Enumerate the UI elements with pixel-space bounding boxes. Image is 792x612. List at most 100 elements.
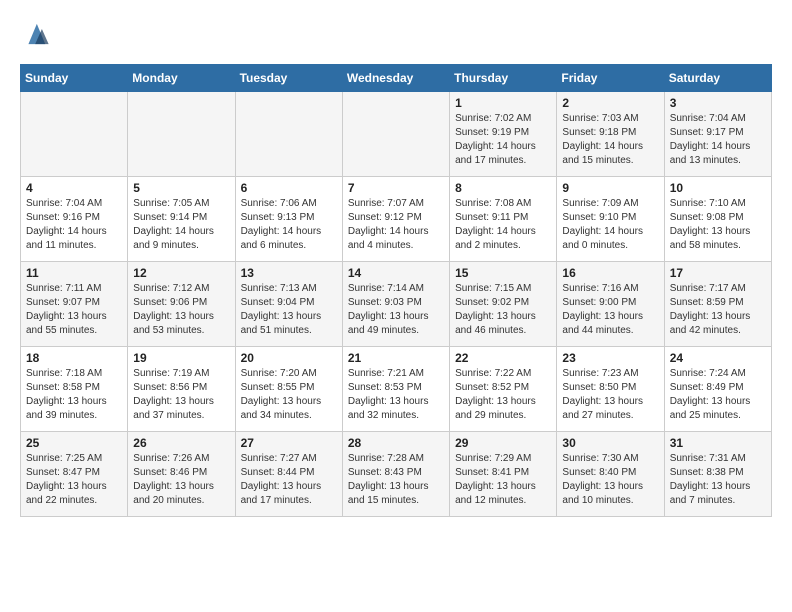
- day-number: 12: [133, 266, 229, 280]
- day-number: 6: [241, 181, 337, 195]
- day-number: 28: [348, 436, 444, 450]
- day-info: Sunrise: 7:06 AM Sunset: 9:13 PM Dayligh…: [241, 197, 337, 253]
- day-info: Sunrise: 7:22 AM Sunset: 8:52 PM Dayligh…: [455, 367, 551, 423]
- calendar-cell: 31 Sunrise: 7:31 AM Sunset: 8:38 PM Dayli…: [664, 432, 771, 517]
- calendar-week-3: 11Sunrise: 7:11 AM Sunset: 9:07 PM Dayli…: [21, 262, 772, 347]
- day-number: 29: [455, 436, 551, 450]
- day-info: Sunrise: 7:05 AM Sunset: 9:14 PM Dayligh…: [133, 197, 229, 253]
- calendar: SundayMondayTuesdayWednesdayThursdayFrid…: [20, 64, 772, 517]
- day-number: 23: [562, 351, 658, 365]
- day-info: Sunrise: 7:26 AM Sunset: 8:46 PM Dayligh…: [133, 452, 229, 508]
- day-info: Sunrise: 7:13 AM Sunset: 9:04 PM Dayligh…: [241, 282, 337, 338]
- day-info: Sunrise: 7:25 AM Sunset: 8:47 PM Dayligh…: [26, 452, 122, 508]
- calendar-cell: 22 Sunrise: 7:22 AM Sunset: 8:52 PM Dayli…: [450, 347, 557, 432]
- day-info: Sunrise: 7:04 AM Sunset: 9:17 PM Dayligh…: [670, 112, 766, 168]
- day-number: 31: [670, 436, 766, 450]
- day-number: 9: [562, 181, 658, 195]
- calendar-week-1: 1 Sunrise: 7:02 AM Sunset: 9:19 PM Daylig…: [21, 92, 772, 177]
- day-info: Sunrise: 7:10 AM Sunset: 9:08 PM Dayligh…: [670, 197, 766, 253]
- day-info: Sunrise: 7:19 AM Sunset: 8:56 PM Dayligh…: [133, 367, 229, 423]
- calendar-cell: 15 Sunrise: 7:15 AM Sunset: 9:02 PM Dayli…: [450, 262, 557, 347]
- weekday-row: SundayMondayTuesdayWednesdayThursdayFrid…: [21, 65, 772, 92]
- calendar-cell: 11Sunrise: 7:11 AM Sunset: 9:07 PM Dayli…: [21, 262, 128, 347]
- weekday-header-sunday: Sunday: [21, 65, 128, 92]
- day-number: 14: [348, 266, 444, 280]
- calendar-cell: 8Sunrise: 7:08 AM Sunset: 9:11 PM Daylig…: [450, 177, 557, 262]
- day-number: 3: [670, 96, 766, 110]
- calendar-cell: 16Sunrise: 7:16 AM Sunset: 9:00 PM Dayli…: [557, 262, 664, 347]
- day-number: 17: [670, 266, 766, 280]
- day-number: 25: [26, 436, 122, 450]
- day-info: Sunrise: 7:24 AM Sunset: 8:49 PM Dayligh…: [670, 367, 766, 423]
- calendar-cell: 24 Sunrise: 7:24 AM Sunset: 8:49 PM Dayli…: [664, 347, 771, 432]
- day-info: Sunrise: 7:28 AM Sunset: 8:43 PM Dayligh…: [348, 452, 444, 508]
- day-info: Sunrise: 7:03 AM Sunset: 9:18 PM Dayligh…: [562, 112, 658, 168]
- calendar-cell: 26 Sunrise: 7:26 AM Sunset: 8:46 PM Dayli…: [128, 432, 235, 517]
- calendar-body: 1 Sunrise: 7:02 AM Sunset: 9:19 PM Daylig…: [21, 92, 772, 517]
- day-info: Sunrise: 7:21 AM Sunset: 8:53 PM Dayligh…: [348, 367, 444, 423]
- weekday-header-monday: Monday: [128, 65, 235, 92]
- day-number: 30: [562, 436, 658, 450]
- day-info: Sunrise: 7:16 AM Sunset: 9:00 PM Dayligh…: [562, 282, 658, 338]
- day-number: 11: [26, 266, 122, 280]
- day-info: Sunrise: 7:18 AM Sunset: 8:58 PM Dayligh…: [26, 367, 122, 423]
- calendar-cell: 21 Sunrise: 7:21 AM Sunset: 8:53 PM Dayli…: [342, 347, 449, 432]
- calendar-cell: 6 Sunrise: 7:06 AM Sunset: 9:13 PM Daylig…: [235, 177, 342, 262]
- logo: [20, 20, 56, 48]
- day-info: Sunrise: 7:12 AM Sunset: 9:06 PM Dayligh…: [133, 282, 229, 338]
- day-number: 19: [133, 351, 229, 365]
- calendar-cell: 25 Sunrise: 7:25 AM Sunset: 8:47 PM Dayli…: [21, 432, 128, 517]
- calendar-cell: [21, 92, 128, 177]
- day-number: 21: [348, 351, 444, 365]
- calendar-cell: 4 Sunrise: 7:04 AM Sunset: 9:16 PM Daylig…: [21, 177, 128, 262]
- day-info: Sunrise: 7:20 AM Sunset: 8:55 PM Dayligh…: [241, 367, 337, 423]
- calendar-header: SundayMondayTuesdayWednesdayThursdayFrid…: [21, 65, 772, 92]
- calendar-cell: 7 Sunrise: 7:07 AM Sunset: 9:12 PM Daylig…: [342, 177, 449, 262]
- weekday-header-friday: Friday: [557, 65, 664, 92]
- day-number: 7: [348, 181, 444, 195]
- day-number: 26: [133, 436, 229, 450]
- day-info: Sunrise: 7:14 AM Sunset: 9:03 PM Dayligh…: [348, 282, 444, 338]
- day-number: 22: [455, 351, 551, 365]
- weekday-header-tuesday: Tuesday: [235, 65, 342, 92]
- day-info: Sunrise: 7:31 AM Sunset: 8:38 PM Dayligh…: [670, 452, 766, 508]
- calendar-week-4: 18Sunrise: 7:18 AM Sunset: 8:58 PM Dayli…: [21, 347, 772, 432]
- calendar-cell: 27 Sunrise: 7:27 AM Sunset: 8:44 PM Dayli…: [235, 432, 342, 517]
- day-number: 24: [670, 351, 766, 365]
- calendar-cell: 14 Sunrise: 7:14 AM Sunset: 9:03 PM Dayli…: [342, 262, 449, 347]
- day-info: Sunrise: 7:23 AM Sunset: 8:50 PM Dayligh…: [562, 367, 658, 423]
- day-info: Sunrise: 7:07 AM Sunset: 9:12 PM Dayligh…: [348, 197, 444, 253]
- day-info: Sunrise: 7:30 AM Sunset: 8:40 PM Dayligh…: [562, 452, 658, 508]
- day-info: Sunrise: 7:15 AM Sunset: 9:02 PM Dayligh…: [455, 282, 551, 338]
- day-info: Sunrise: 7:04 AM Sunset: 9:16 PM Dayligh…: [26, 197, 122, 253]
- day-number: 4: [26, 181, 122, 195]
- day-number: 2: [562, 96, 658, 110]
- calendar-cell: 5Sunrise: 7:05 AM Sunset: 9:14 PM Daylig…: [128, 177, 235, 262]
- day-number: 10: [670, 181, 766, 195]
- day-number: 13: [241, 266, 337, 280]
- calendar-cell: [235, 92, 342, 177]
- calendar-cell: 20Sunrise: 7:20 AM Sunset: 8:55 PM Dayli…: [235, 347, 342, 432]
- calendar-cell: 29 Sunrise: 7:29 AM Sunset: 8:41 PM Dayli…: [450, 432, 557, 517]
- day-info: Sunrise: 7:17 AM Sunset: 8:59 PM Dayligh…: [670, 282, 766, 338]
- day-info: Sunrise: 7:02 AM Sunset: 9:19 PM Dayligh…: [455, 112, 551, 168]
- calendar-cell: 18Sunrise: 7:18 AM Sunset: 8:58 PM Dayli…: [21, 347, 128, 432]
- day-info: Sunrise: 7:08 AM Sunset: 9:11 PM Dayligh…: [455, 197, 551, 253]
- day-info: Sunrise: 7:29 AM Sunset: 8:41 PM Dayligh…: [455, 452, 551, 508]
- calendar-cell: [342, 92, 449, 177]
- day-info: Sunrise: 7:09 AM Sunset: 9:10 PM Dayligh…: [562, 197, 658, 253]
- day-info: Sunrise: 7:27 AM Sunset: 8:44 PM Dayligh…: [241, 452, 337, 508]
- page-header: [20, 20, 772, 48]
- calendar-cell: 3 Sunrise: 7:04 AM Sunset: 9:17 PM Daylig…: [664, 92, 771, 177]
- day-number: 1: [455, 96, 551, 110]
- logo-icon: [20, 20, 52, 48]
- weekday-header-wednesday: Wednesday: [342, 65, 449, 92]
- day-number: 15: [455, 266, 551, 280]
- calendar-cell: 30 Sunrise: 7:30 AM Sunset: 8:40 PM Dayli…: [557, 432, 664, 517]
- day-number: 27: [241, 436, 337, 450]
- calendar-cell: 13 Sunrise: 7:13 AM Sunset: 9:04 PM Dayli…: [235, 262, 342, 347]
- calendar-cell: 28 Sunrise: 7:28 AM Sunset: 8:43 PM Dayli…: [342, 432, 449, 517]
- weekday-header-saturday: Saturday: [664, 65, 771, 92]
- calendar-cell: 12 Sunrise: 7:12 AM Sunset: 9:06 PM Dayli…: [128, 262, 235, 347]
- calendar-cell: 9 Sunrise: 7:09 AM Sunset: 9:10 PM Daylig…: [557, 177, 664, 262]
